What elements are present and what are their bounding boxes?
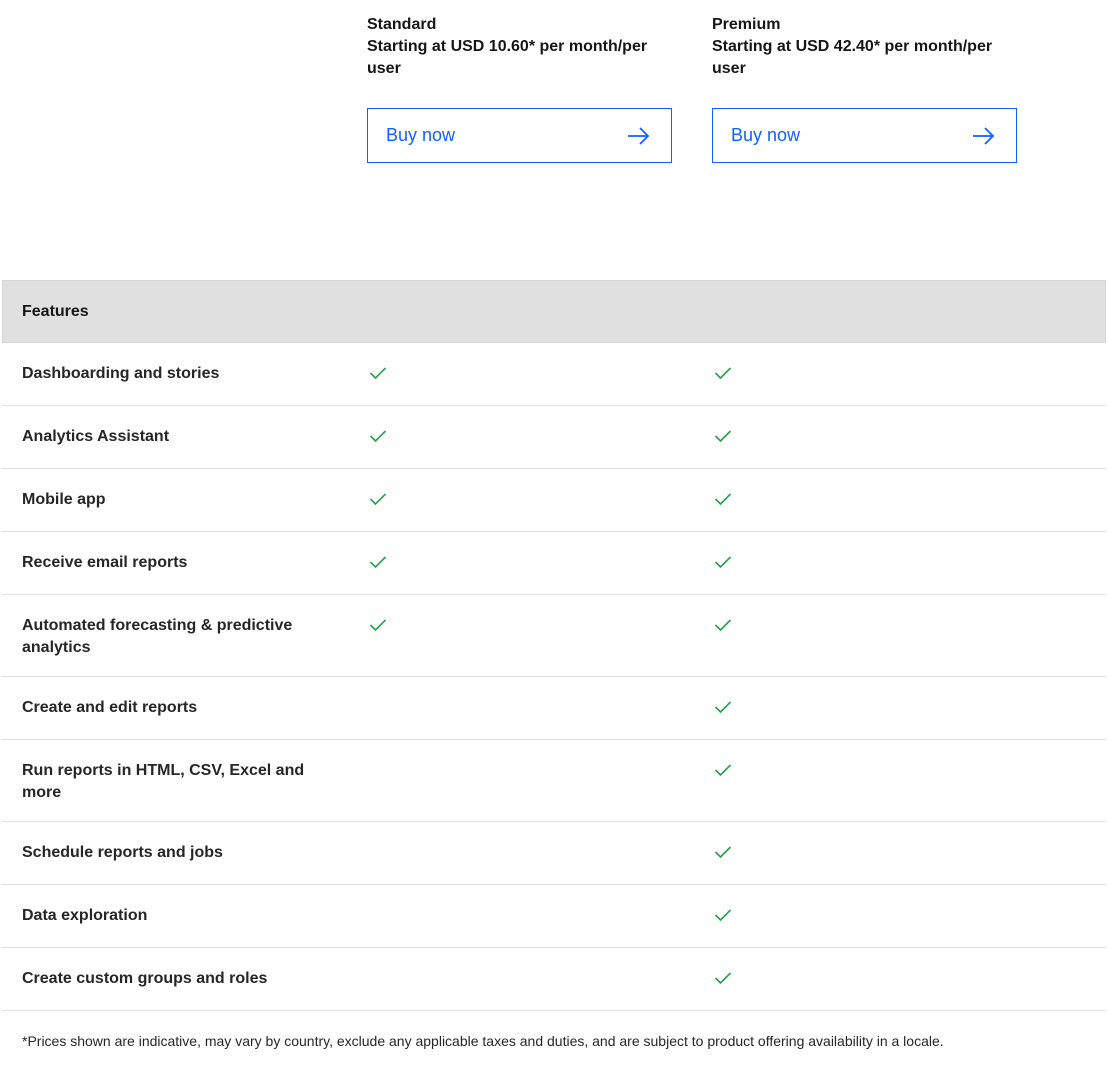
checkmark-icon <box>714 971 732 985</box>
table-row: Run reports in HTML, CSV, Excel and more <box>2 740 1106 822</box>
buy-now-label: Buy now <box>386 125 456 145</box>
plan-name: Standard <box>367 16 437 33</box>
buy-now-button-standard[interactable]: Buy now <box>367 108 672 163</box>
table-row: Analytics Assistant <box>2 406 1106 469</box>
checkmark-icon <box>369 492 387 506</box>
buy-now-button-premium[interactable]: Buy now <box>712 108 1017 163</box>
plan-price: Starting at USD 10.60* per month/per use… <box>367 38 648 77</box>
checkmark-icon <box>714 763 732 777</box>
plan-standard: Standard Starting at USD 10.60* per mont… <box>367 14 687 163</box>
feature-label: Schedule reports and jobs <box>22 844 223 861</box>
feature-label: Mobile app <box>22 491 106 508</box>
plan-premium: Premium Starting at USD 42.40* per month… <box>712 14 1032 163</box>
feature-label: Receive email reports <box>22 554 188 571</box>
table-row: Automated forecasting & predictive analy… <box>2 595 1106 677</box>
features-table: Features Dashboarding and stories Analyti… <box>2 280 1106 1011</box>
pricing-footnote: *Prices shown are indicative, may vary b… <box>22 1033 944 1049</box>
plans-header: Standard Starting at USD 10.60* per mont… <box>0 14 1108 174</box>
arrow-right-icon <box>972 126 996 146</box>
table-row: Mobile app <box>2 469 1106 532</box>
arrow-right-icon <box>627 126 651 146</box>
plan-name: Premium <box>712 16 781 33</box>
table-row: Create and edit reports <box>2 677 1106 740</box>
checkmark-icon <box>369 555 387 569</box>
feature-label: Dashboarding and stories <box>22 365 220 382</box>
features-rows: Dashboarding and stories Analytics Assist… <box>2 343 1106 1011</box>
table-row: Schedule reports and jobs <box>2 822 1106 885</box>
feature-label: Automated forecasting & predictive analy… <box>22 617 293 656</box>
feature-label: Data exploration <box>22 907 148 924</box>
table-row: Receive email reports <box>2 532 1106 595</box>
table-row: Create custom groups and roles <box>2 948 1106 1011</box>
features-header: Features <box>2 280 1106 343</box>
plan-price: Starting at USD 42.40* per month/per use… <box>712 38 993 77</box>
checkmark-icon <box>714 845 732 859</box>
checkmark-icon <box>714 366 732 380</box>
buy-now-label: Buy now <box>731 125 801 145</box>
checkmark-icon <box>714 908 732 922</box>
table-row: Dashboarding and stories <box>2 343 1106 406</box>
checkmark-icon <box>714 700 732 714</box>
checkmark-icon <box>369 429 387 443</box>
table-row: Data exploration <box>2 885 1106 948</box>
feature-label: Create custom groups and roles <box>22 970 268 987</box>
checkmark-icon <box>369 366 387 380</box>
feature-label: Create and edit reports <box>22 699 198 716</box>
checkmark-icon <box>714 555 732 569</box>
checkmark-icon <box>369 618 387 632</box>
checkmark-icon <box>714 618 732 632</box>
feature-label: Run reports in HTML, CSV, Excel and more <box>22 762 305 801</box>
checkmark-icon <box>714 429 732 443</box>
checkmark-icon <box>714 492 732 506</box>
feature-label: Analytics Assistant <box>22 428 170 445</box>
